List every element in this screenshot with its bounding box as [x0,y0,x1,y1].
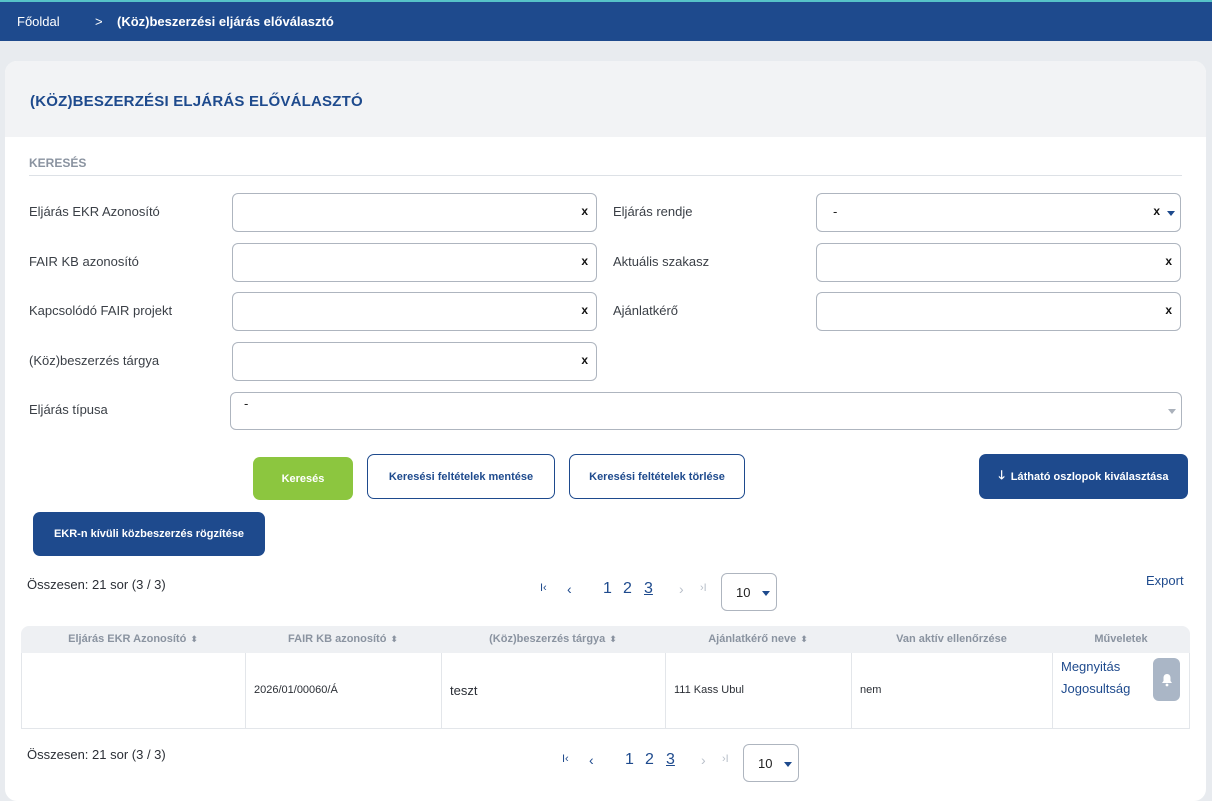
fair-project-clear-icon[interactable]: x [581,303,588,317]
fair-project-label: Kapcsolódó FAIR projekt [29,303,173,318]
page-2[interactable]: 2 [645,751,654,769]
ekr-id-clear-icon[interactable]: x [581,204,588,218]
page-size-value: 10 [758,756,773,771]
prev-page-icon[interactable]: ‹ [589,752,594,768]
record-outside-ekr-button[interactable]: EKR-n kívüli közbeszerzés rögzítése [33,512,265,556]
col-contracting[interactable]: Ajánlatkérő neve ⬍ [665,633,851,645]
procedure-order-clear-icon[interactable]: x [1153,204,1160,218]
cell-ekr-id [22,653,246,729]
page-3-current[interactable]: 3 [644,580,653,598]
pagination-top: I‹ ‹ 1 2 3 › ›I 10 [537,573,777,611]
caret-down-icon[interactable] [1167,211,1175,216]
cell-subject: teszt [442,653,666,729]
open-link[interactable]: Megnyitás [1061,659,1120,674]
caret-down-icon [784,762,792,767]
procedure-type-select[interactable]: - [230,392,1182,430]
procedure-order-label: Eljárás rendje [613,204,693,219]
visible-columns-label: Látható oszlopok kiválasztása [1010,470,1169,483]
procedure-type-value: - [244,396,249,411]
arrow-down-icon: 🡓 [998,468,1005,482]
main-card: (KÖZ)BESZERZÉSI ELJÁRÁS ELŐVÁLASZTÓ KERE… [5,61,1206,801]
table-row: 2026/01/00060/Á teszt 111 Kass Ubul nem … [21,653,1190,729]
total-count: Összesen: 21 sor (3 / 3) [27,577,166,592]
pagination-bottom: I‹ ‹ 1 2 3 › ›I 10 [559,744,799,782]
cell-contracting: 111 Kass Ubul [666,653,852,729]
current-stage-label: Aktuális szakasz [613,254,710,269]
first-page-icon[interactable]: I‹ [540,582,547,594]
subject-clear-icon[interactable]: x [581,353,588,367]
section-divider [29,175,1182,176]
page-2[interactable]: 2 [623,580,632,598]
contracting-clear-icon[interactable]: x [1165,303,1172,317]
page-1[interactable]: 1 [625,751,634,769]
visible-columns-button[interactable]: 🡓 Látható oszlopok kiválasztása [979,454,1188,499]
bell-icon [1161,673,1172,686]
last-page-icon[interactable]: ›I [700,582,707,594]
contracting-input[interactable]: x [816,292,1181,331]
last-page-icon[interactable]: ›I [722,753,729,765]
page-size-select[interactable]: 10 [721,573,777,611]
caret-down-icon [762,591,770,596]
page-3-current[interactable]: 3 [666,751,675,769]
sort-icon: ⬍ [609,634,617,644]
fair-kb-input[interactable]: x [232,243,597,282]
permissions-link[interactable]: Jogosultság [1061,681,1130,696]
fair-project-input[interactable]: x [232,292,597,331]
fair-kb-label: FAIR KB azonosító [29,254,139,269]
save-criteria-button[interactable]: Keresési feltételek mentése [367,454,555,499]
current-stage-clear-icon[interactable]: x [1165,254,1172,268]
sort-icon: ⬍ [390,634,398,644]
procedure-type-label: Eljárás típusa [29,402,108,417]
clear-criteria-button[interactable]: Keresési feltételek törlése [569,454,745,499]
procedure-order-value: - [833,204,838,219]
cell-active-check: nem [852,653,1053,729]
table-header: Eljárás EKR Azonosító ⬍ FAIR KB azonosító… [21,626,1190,653]
caret-down-icon[interactable] [1168,409,1176,414]
page-1[interactable]: 1 [603,580,612,598]
subject-label: (Köz)beszerzés tárgya [29,353,160,368]
page-title: (KÖZ)BESZERZÉSI ELJÁRÁS ELŐVÁLASZTÓ [30,93,363,110]
sort-icon: ⬍ [190,634,198,644]
col-subject[interactable]: (Köz)beszerzés tárgya ⬍ [441,633,665,645]
next-page-icon[interactable]: › [701,752,706,768]
fair-kb-clear-icon[interactable]: x [581,254,588,268]
card-header: (KÖZ)BESZERZÉSI ELJÁRÁS ELŐVÁLASZTÓ [5,61,1206,137]
prev-page-icon[interactable]: ‹ [567,581,572,597]
col-ekr-id[interactable]: Eljárás EKR Azonosító ⬍ [21,633,245,645]
ekr-id-label: Eljárás EKR Azonosító [29,204,160,219]
page-size-select[interactable]: 10 [743,744,799,782]
top-navigation-bar: Főoldal > (Köz)beszerzési eljárás elővál… [0,0,1212,41]
sort-icon: ⬍ [800,634,808,644]
cell-actions: Megnyitás Jogosultság [1053,653,1189,729]
ekr-id-input[interactable]: x [232,193,597,232]
breadcrumb-home-link[interactable]: Főoldal [17,14,60,29]
page-size-value: 10 [736,585,751,600]
search-button[interactable]: Keresés [253,457,353,500]
first-page-icon[interactable]: I‹ [562,753,569,765]
search-section-title: KERESÉS [29,156,87,170]
cell-fair-kb: 2026/01/00060/Á [246,653,442,729]
col-actions: Műveletek [1094,633,1148,645]
col-fair-kb[interactable]: FAIR KB azonosító ⬍ [245,633,441,645]
current-stage-input[interactable]: x [816,243,1181,282]
col-active-check: Van aktív ellenőrzése [896,633,1007,645]
procedure-order-select[interactable]: - x [816,193,1181,232]
total-count-bottom: Összesen: 21 sor (3 / 3) [27,747,166,762]
notification-button[interactable] [1153,658,1180,701]
breadcrumb-current: (Köz)beszerzési eljárás előválasztó [117,14,334,29]
next-page-icon[interactable]: › [679,581,684,597]
subject-input[interactable]: x [232,342,597,381]
export-link[interactable]: Export [1146,573,1184,588]
contracting-label: Ajánlatkérő [613,303,679,318]
breadcrumb-separator: > [95,14,103,29]
